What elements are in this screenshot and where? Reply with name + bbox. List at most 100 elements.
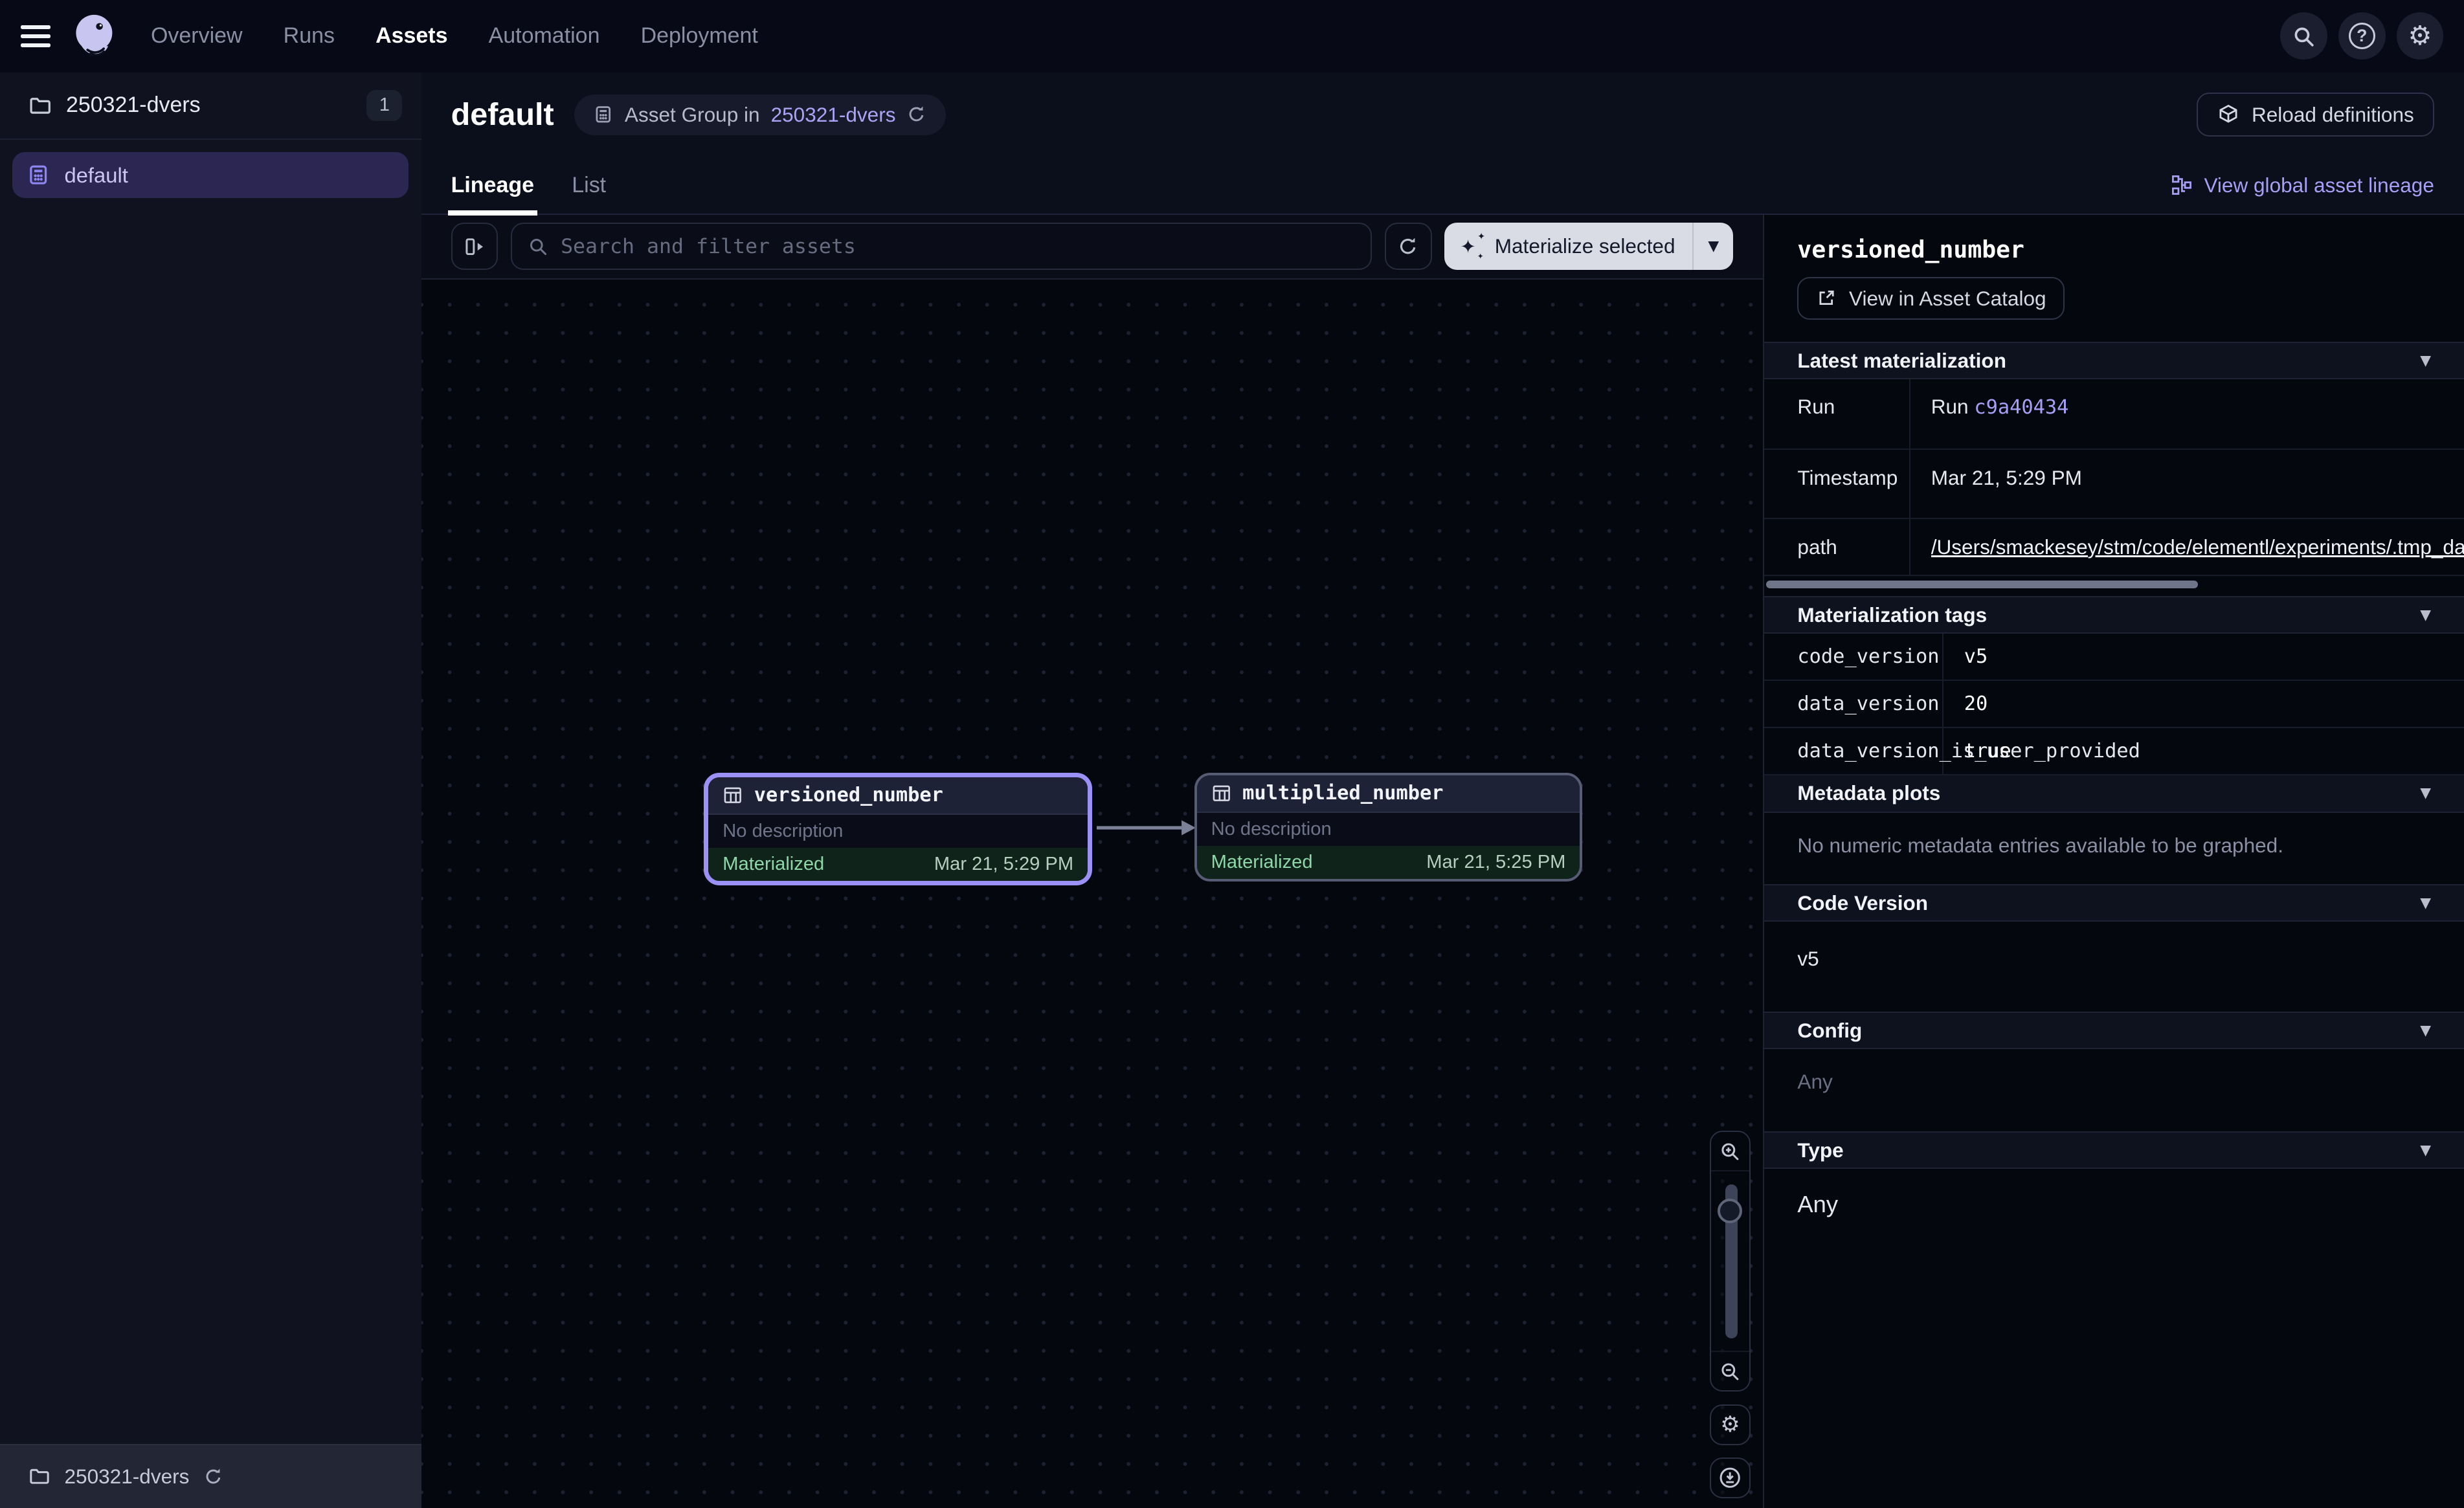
sidebar-item-label: default <box>65 163 128 188</box>
badge-prefix: Asset Group in <box>625 103 760 127</box>
settings-button[interactable]: ⚙ <box>2397 12 2444 60</box>
horizontal-scrollbar[interactable] <box>1766 581 2199 588</box>
section-config[interactable]: Config ▼ <box>1764 1012 2464 1049</box>
detail-asset-title: versioned_number <box>1797 236 2431 263</box>
tag-key: data_version <box>1764 681 1943 727</box>
sidebar: 250321-dvers 1 default 250321-dvers <box>0 72 421 1508</box>
asset-group-badge[interactable]: Asset Group in 250321-dvers <box>574 94 946 135</box>
reload-definitions-label: Reload definitions <box>2252 103 2414 127</box>
code-version-value: v5 <box>1764 922 2464 1012</box>
asset-node-description: No description <box>722 821 843 842</box>
tab-lineage[interactable]: Lineage <box>451 157 534 214</box>
download-graph-button[interactable] <box>1710 1458 1751 1498</box>
search-icon <box>528 236 548 257</box>
table-row: Timestamp Mar 21, 5:29 PM <box>1764 450 2464 519</box>
sparkle-icon: ✦ ✦ ✦ <box>1462 236 1484 258</box>
collapse-sidebar-button[interactable] <box>451 223 498 270</box>
section-code-version[interactable]: Code Version ▼ <box>1764 884 2464 922</box>
asset-node-status: Materialized <box>1211 852 1313 873</box>
path-row-label: path <box>1764 519 1910 574</box>
asset-search <box>511 223 1372 270</box>
asset-node-timestamp: Mar 21, 5:29 PM <box>934 854 1073 875</box>
chevron-down-icon: ▼ <box>2420 895 2431 911</box>
tag-key: data_version_is_user_provided <box>1764 728 1943 774</box>
zoom-out-button[interactable] <box>1710 1351 1751 1392</box>
chevron-down-icon: ▼ <box>2420 353 2431 369</box>
app-window: Overview Runs Assets Automation Deployme… <box>0 0 2464 1508</box>
refresh-icon[interactable] <box>906 104 927 125</box>
panel-toggle-icon <box>463 235 486 258</box>
run-id-link[interactable]: c9a40434 <box>1974 396 2068 419</box>
help-button[interactable]: ? <box>2338 12 2386 60</box>
nav-item-automation[interactable]: Automation <box>489 23 600 49</box>
sidebar-footer-label: 250321-dvers <box>65 1465 190 1489</box>
graph-column: ✦ ✦ ✦ Materialize selected ▼ <box>421 215 1764 1508</box>
table-row: Run Run c9a40434 <box>1764 379 2464 450</box>
badge-group-link[interactable]: 250321-dvers <box>771 103 896 127</box>
sidebar-footer: 250321-dvers <box>0 1444 421 1508</box>
tab-list[interactable]: List <box>572 157 606 214</box>
reload-definitions-button[interactable]: Reload definitions <box>2197 93 2434 137</box>
section-metadata-plots[interactable]: Metadata plots ▼ <box>1764 775 2464 813</box>
nav-item-overview[interactable]: Overview <box>151 23 243 49</box>
zoom-slider-handle[interactable] <box>1718 1199 1743 1224</box>
asset-node-versioned-number[interactable]: versioned_number No description Material… <box>704 773 1092 885</box>
asset-node-name: multiplied_number <box>1242 782 1443 804</box>
help-icon: ? <box>2349 23 2375 49</box>
graph-settings-button[interactable]: ⚙ <box>1710 1404 1751 1445</box>
sidebar-group-name: 250321-dvers <box>66 93 201 118</box>
materialize-selected-label: Materialize selected <box>1495 234 1675 258</box>
lineage-graph-icon <box>2171 174 2193 196</box>
chevron-down-icon: ▼ <box>1708 238 1719 254</box>
zoom-in-button[interactable] <box>1710 1131 1751 1171</box>
nav-item-deployment[interactable]: Deployment <box>641 23 758 49</box>
type-value: Any <box>1764 1169 2464 1240</box>
download-icon <box>1718 1466 1742 1489</box>
sidebar-group-row[interactable]: 250321-dvers 1 <box>0 72 421 140</box>
view-global-asset-lineage-label: View global asset lineage <box>2204 173 2434 197</box>
nav-item-runs[interactable]: Runs <box>284 23 335 49</box>
main-column: default Asset Group in 250321-dvers <box>421 72 2464 1508</box>
refresh-icon[interactable] <box>203 1467 224 1487</box>
timestamp-value: Mar 21, 5:29 PM <box>1910 450 2464 518</box>
search-button[interactable] <box>2280 12 2327 60</box>
view-global-asset-lineage-link[interactable]: View global asset lineage <box>2171 157 2434 214</box>
gear-icon: ⚙ <box>2408 23 2432 49</box>
lineage-graph-canvas[interactable]: versioned_number No description Material… <box>421 280 1764 1508</box>
refresh-graph-button[interactable] <box>1385 223 1432 270</box>
reload-cube-icon <box>2217 104 2239 126</box>
tag-value: v5 <box>1943 645 1988 668</box>
view-in-asset-catalog-button[interactable]: View in Asset Catalog <box>1797 277 2065 320</box>
section-materialization-tags[interactable]: Materialization tags ▼ <box>1764 596 2464 634</box>
asset-node-multiplied-number[interactable]: multiplied_number No description Materia… <box>1194 773 1583 882</box>
sidebar-item-default[interactable]: default <box>12 152 409 197</box>
config-value: Any <box>1764 1049 2464 1131</box>
search-input[interactable] <box>561 235 1355 258</box>
section-type[interactable]: Type ▼ <box>1764 1131 2464 1169</box>
dagster-logo[interactable] <box>71 12 118 60</box>
nav-item-assets[interactable]: Assets <box>375 23 447 49</box>
table-row: code_version v5 <box>1764 634 2464 681</box>
hamburger-menu-icon[interactable] <box>21 25 50 47</box>
zoom-in-icon <box>1719 1140 1741 1162</box>
view-in-asset-catalog-label: View in Asset Catalog <box>1849 287 2046 311</box>
zoom-slider[interactable] <box>1710 1170 1751 1353</box>
tag-key: code_version <box>1764 634 1943 680</box>
chevron-down-icon: ▼ <box>2420 607 2431 623</box>
table-row: data_version 20 <box>1764 681 2464 728</box>
sidebar-items: default <box>0 140 421 1444</box>
materialize-selected-main[interactable]: ✦ ✦ ✦ Materialize selected <box>1444 223 1692 270</box>
page-header: default Asset Group in 250321-dvers <box>421 72 2464 215</box>
sidebar-group-count-badge: 1 <box>366 90 402 121</box>
materialize-dropdown-button[interactable]: ▼ <box>1692 223 1733 270</box>
table-row: data_version_is_user_provided true <box>1764 728 2464 775</box>
zoom-out-icon <box>1719 1360 1741 1382</box>
folder-icon <box>28 1465 50 1487</box>
external-link-icon <box>1816 288 1837 309</box>
asset-node-description: No description <box>1211 819 1332 840</box>
section-latest-materialization[interactable]: Latest materialization ▼ <box>1764 342 2464 379</box>
asset-node-timestamp: Mar 21, 5:25 PM <box>1426 852 1565 873</box>
path-link[interactable]: /Users/smackesey/stm/code/elementl/exper… <box>1931 535 2464 559</box>
folder-icon <box>28 94 52 117</box>
lineage-edge-arrow <box>1097 817 1197 839</box>
